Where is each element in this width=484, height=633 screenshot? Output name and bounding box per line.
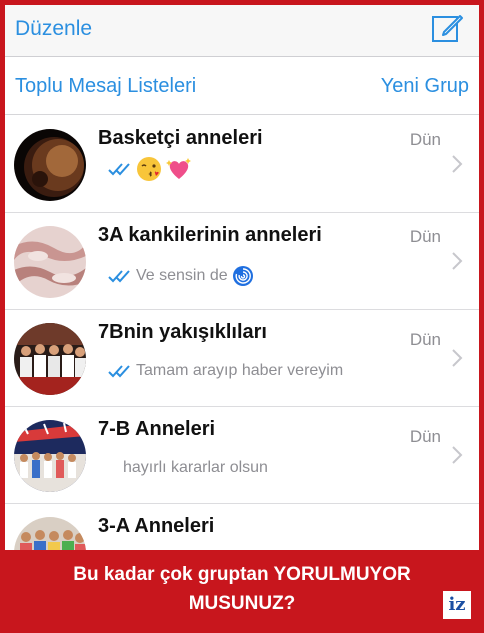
double-check-icon — [108, 365, 130, 378]
banner-line-1: Bu kadar çok gruptan YORULMUYOR — [73, 564, 411, 585]
publisher-logo: iz — [443, 591, 471, 619]
avatar — [14, 129, 86, 201]
chevron-right-icon — [452, 252, 463, 270]
kissing-face-emoji — [137, 157, 161, 181]
chat-name: Basketçi anneleri — [98, 127, 263, 149]
chat-preview: hayırlı kararlar olsun — [123, 459, 268, 477]
chat-name: 7-B Anneleri — [98, 418, 216, 440]
chat-preview-text: Ve sensin de — [136, 267, 228, 284]
chat-preview: Tamam arayıp haber vereyim — [108, 362, 343, 380]
compose-icon[interactable] — [430, 11, 464, 45]
new-group-link[interactable]: Yeni Grup — [381, 75, 469, 98]
chat-name: 3A kankilerinin anneleri — [98, 224, 322, 246]
chat-name: 7Bnin yakışıklıları — [98, 321, 267, 343]
avatar — [14, 420, 86, 492]
screenshot-frame: Düzenle Toplu Mesaj Listeleri Yeni Grup … — [0, 0, 484, 633]
banner-line-2: MUSUNUZ? — [188, 593, 296, 614]
chat-list: Basketçi anneleri Dün 3A kankilerinin an… — [5, 116, 479, 601]
cyclone-emoji — [232, 266, 253, 286]
chat-time: Dün — [409, 427, 441, 446]
caption-banner: Bu kadar çok gruptan YORULMUYOR MUSUNUZ?… — [5, 550, 479, 628]
double-check-icon — [108, 270, 130, 283]
lists-bar: Toplu Mesaj Listeleri Yeni Grup — [5, 57, 479, 115]
avatar — [14, 323, 86, 395]
chevron-right-icon — [452, 446, 463, 464]
broadcast-lists-link[interactable]: Toplu Mesaj Listeleri — [15, 75, 196, 98]
chat-name: 3-A Anneleri — [98, 515, 215, 537]
chat-time: Dün — [409, 227, 441, 246]
chevron-right-icon — [452, 155, 463, 173]
chevron-right-icon — [452, 349, 463, 367]
chat-row[interactable]: 3A kankilerinin anneleri Dün Ve sensin d… — [5, 213, 479, 310]
double-check-icon — [108, 163, 130, 176]
chat-preview: Ve sensin de — [108, 265, 254, 287]
chat-preview-text: hayırlı kararlar olsun — [123, 459, 268, 476]
chat-row[interactable]: 7-B Anneleri Dün hayırlı kararlar olsun — [5, 407, 479, 504]
avatar — [14, 226, 86, 298]
chat-row[interactable]: 7Bnin yakışıklıları Dün Tamam arayıp hab… — [5, 310, 479, 407]
chat-time: Dün — [409, 330, 441, 349]
chat-preview-text: Tamam arayıp haber vereyim — [136, 362, 344, 379]
top-nav-bar: Düzenle — [5, 5, 479, 57]
chat-row[interactable]: Basketçi anneleri Dün — [5, 116, 479, 213]
sparkling-heart-emoji — [166, 158, 191, 179]
edit-button[interactable]: Düzenle — [15, 17, 92, 41]
chat-preview — [108, 156, 192, 182]
chat-time: Dün — [409, 130, 441, 149]
